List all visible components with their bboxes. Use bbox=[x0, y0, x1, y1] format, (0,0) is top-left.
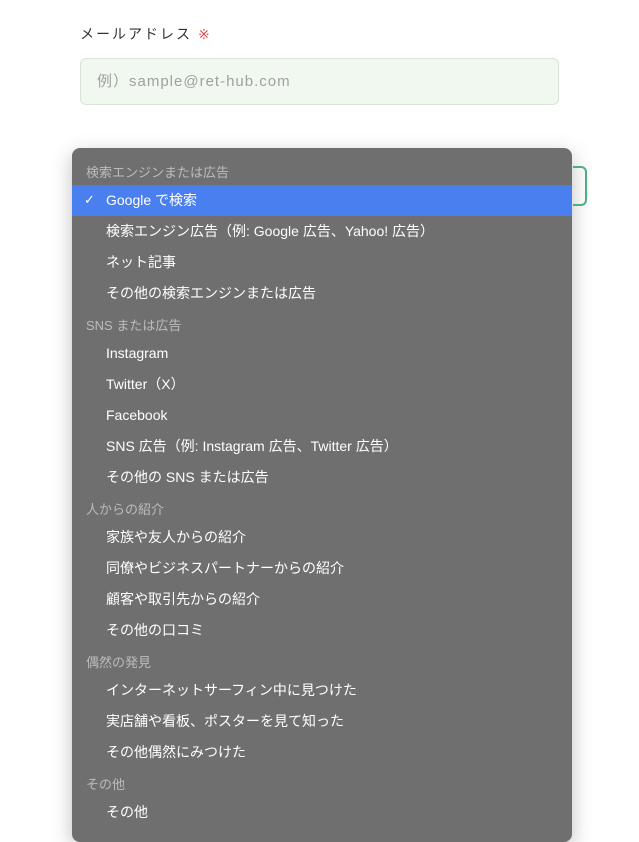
email-field-section: メールアドレス ※ bbox=[0, 0, 639, 105]
option-group-label: 偶然の発見 bbox=[72, 646, 572, 675]
dropdown-option[interactable]: インターネットサーフィン中に見つけた bbox=[72, 675, 572, 706]
dropdown-option[interactable]: Twitter（X） bbox=[72, 369, 572, 400]
option-group-label: 人からの紹介 bbox=[72, 493, 572, 522]
option-group-label: SNS または広告 bbox=[72, 309, 572, 338]
dropdown-option[interactable]: その他の口コミ bbox=[72, 615, 572, 646]
option-group-label: その他 bbox=[72, 768, 572, 797]
email-label: メールアドレス bbox=[80, 24, 192, 44]
referral-section bbox=[0, 105, 639, 153]
dropdown-option[interactable]: その他の SNS または広告 bbox=[72, 462, 572, 493]
dropdown-option[interactable]: 検索エンジン広告（例: Google 広告、Yahoo! 広告） bbox=[72, 216, 572, 247]
dropdown-option[interactable]: その他の検索エンジンまたは広告 bbox=[72, 278, 572, 309]
email-input[interactable] bbox=[80, 58, 559, 105]
dropdown-option[interactable]: Instagram bbox=[72, 338, 572, 369]
dropdown-option[interactable]: Google で検索 bbox=[72, 185, 572, 216]
dropdown-option[interactable]: その他 bbox=[72, 797, 572, 828]
dropdown-wrapper: 検索エンジンまたは広告Google で検索検索エンジン広告（例: Google … bbox=[72, 148, 579, 842]
dropdown-option[interactable]: 同僚やビジネスパートナーからの紹介 bbox=[72, 553, 572, 584]
dropdown-option[interactable]: その他偶然にみつけた bbox=[72, 737, 572, 768]
dropdown-option[interactable]: ネット記事 bbox=[72, 247, 572, 278]
referral-dropdown[interactable]: 検索エンジンまたは広告Google で検索検索エンジン広告（例: Google … bbox=[72, 148, 572, 842]
required-mark: ※ bbox=[198, 26, 212, 43]
dropdown-option[interactable]: 家族や友人からの紹介 bbox=[72, 522, 572, 553]
dropdown-option[interactable]: Facebook bbox=[72, 400, 572, 431]
dropdown-option[interactable]: 実店舗や看板、ポスターを見て知った bbox=[72, 706, 572, 737]
option-group-label: 検索エンジンまたは広告 bbox=[72, 156, 572, 185]
dropdown-option[interactable]: 顧客や取引先からの紹介 bbox=[72, 584, 572, 615]
email-label-row: メールアドレス ※ bbox=[80, 24, 559, 44]
dropdown-option[interactable]: SNS 広告（例: Instagram 広告、Twitter 広告） bbox=[72, 431, 572, 462]
select-outline bbox=[573, 166, 587, 206]
